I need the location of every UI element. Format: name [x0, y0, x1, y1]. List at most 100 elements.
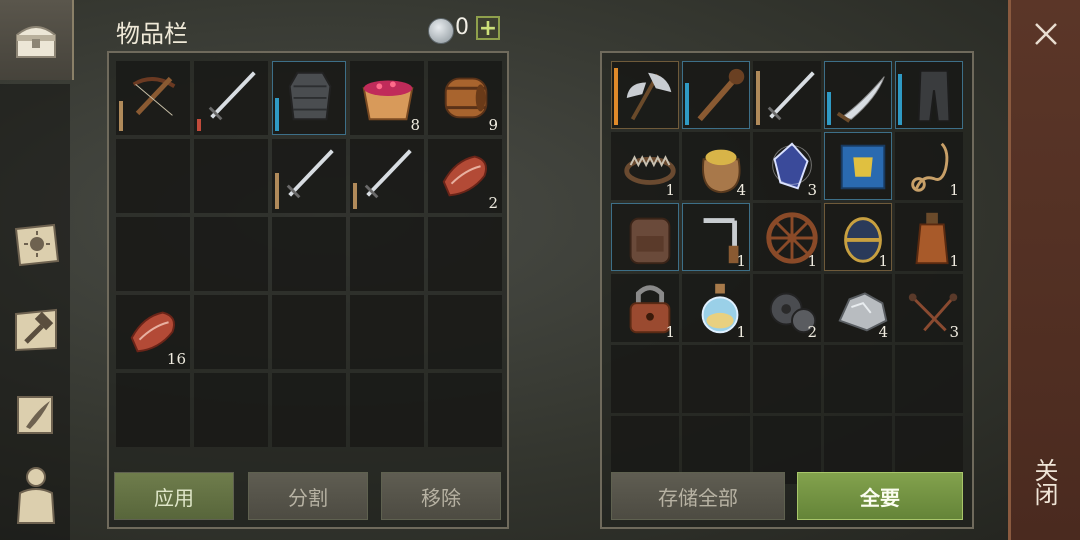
sword-icon	[286, 149, 334, 199]
inventory-slot[interactable]	[116, 139, 190, 213]
blue-book-icon	[840, 144, 886, 190]
inventory-slot[interactable]: 8	[350, 61, 424, 135]
stash-slot[interactable]	[611, 203, 679, 271]
inventory-slot[interactable]: 9	[428, 61, 502, 135]
tab-crafting[interactable]	[0, 290, 72, 370]
item-count: 9	[488, 116, 498, 134]
item-count: 8	[410, 116, 420, 134]
remove-button[interactable]: 移除	[381, 472, 501, 520]
stash-slot[interactable]: 2	[753, 274, 821, 342]
tab-character[interactable]	[0, 455, 72, 535]
add-coins-button[interactable]: +	[476, 16, 500, 40]
inventory-slot[interactable]: 2	[428, 139, 502, 213]
store-all-button[interactable]: 存储全部	[611, 472, 785, 520]
inventory-slot[interactable]	[194, 139, 268, 213]
stash-slot[interactable]: 1	[682, 203, 750, 271]
stash-slot[interactable]	[682, 345, 750, 413]
durability-bar	[898, 74, 902, 125]
backpack-icon	[629, 217, 671, 265]
tab-journal[interactable]	[0, 205, 72, 285]
armor-icon	[288, 71, 332, 121]
stash-slot[interactable]: 1	[824, 203, 892, 271]
coin-count: 0	[455, 15, 469, 40]
inventory-slot[interactable]	[272, 373, 346, 447]
stash-slot[interactable]	[895, 61, 963, 129]
inventory-slot[interactable]	[194, 295, 268, 369]
inventory-slot[interactable]	[116, 61, 190, 135]
apply-button[interactable]: 应用	[114, 472, 234, 520]
stash-slot[interactable]	[611, 61, 679, 129]
sun-book-icon	[14, 223, 60, 267]
stash-slot[interactable]	[824, 61, 892, 129]
stash-slot[interactable]: 3	[753, 132, 821, 200]
stash-slot[interactable]: 3	[895, 274, 963, 342]
inventory-slot[interactable]	[428, 295, 502, 369]
close-icon[interactable]	[1030, 18, 1062, 50]
item-count: 3	[949, 323, 959, 341]
take-all-button[interactable]: 全要	[797, 472, 963, 520]
item-count: 1	[949, 181, 959, 199]
inventory-slot[interactable]	[350, 295, 424, 369]
stash-slot[interactable]: 1	[611, 132, 679, 200]
item-count: 1	[807, 252, 817, 270]
sword-icon	[208, 71, 256, 121]
inventory-slot[interactable]	[194, 373, 268, 447]
durability-bar	[756, 71, 760, 125]
inventory-slot[interactable]	[272, 61, 346, 135]
item-count: 1	[949, 252, 959, 270]
close-label[interactable]: 关闭	[1026, 458, 1062, 506]
inventory-slot[interactable]	[428, 373, 502, 447]
inventory-slot[interactable]: 16	[116, 295, 190, 369]
chest-icon	[16, 26, 56, 58]
hammer-map-icon	[15, 308, 57, 352]
stash-slot[interactable]	[682, 61, 750, 129]
inventory-slot[interactable]	[272, 295, 346, 369]
inventory-slot[interactable]	[428, 217, 502, 291]
item-count: 1	[665, 181, 675, 199]
pants-icon	[917, 69, 951, 123]
club-icon	[697, 68, 745, 122]
stash-slot[interactable]: 1	[682, 274, 750, 342]
scroll-quill-icon	[17, 396, 53, 434]
inventory-slot[interactable]	[194, 217, 268, 291]
inventory-slot[interactable]	[272, 217, 346, 291]
item-count: 2	[807, 323, 817, 341]
inventory-slot[interactable]	[272, 139, 346, 213]
stash-slot[interactable]	[611, 345, 679, 413]
inventory-title: 物品栏	[116, 20, 188, 48]
durability-bar	[353, 183, 357, 209]
stash-slot[interactable]: 4	[682, 132, 750, 200]
durability-bar	[827, 92, 831, 125]
item-count: 4	[878, 323, 888, 341]
inventory-slot[interactable]	[194, 61, 268, 135]
durability-bar	[614, 68, 618, 125]
inventory-slot[interactable]	[350, 217, 424, 291]
item-count: 1	[665, 323, 675, 341]
stash-slot[interactable]	[753, 61, 821, 129]
inventory-slot[interactable]	[350, 139, 424, 213]
stash-slot[interactable]: 1	[895, 132, 963, 200]
split-button[interactable]: 分割	[248, 472, 368, 520]
item-count: 2	[488, 194, 498, 212]
tab-recipes[interactable]	[0, 375, 72, 455]
sword-icon	[364, 149, 412, 199]
stash-slot[interactable]: 1	[753, 203, 821, 271]
stash-slot[interactable]	[824, 132, 892, 200]
item-count: 4	[736, 181, 746, 199]
inventory-slot[interactable]	[350, 373, 424, 447]
durability-bar	[119, 101, 123, 131]
item-count: 16	[166, 350, 186, 368]
stash-slot[interactable]: 1	[895, 203, 963, 271]
inventory-slot[interactable]	[116, 217, 190, 291]
coin-icon	[428, 18, 454, 44]
item-count: 1	[736, 323, 746, 341]
stash-slot[interactable]	[753, 345, 821, 413]
stash-slot[interactable]: 1	[611, 274, 679, 342]
stash-slot[interactable]	[824, 345, 892, 413]
left-sidebar	[0, 0, 74, 540]
stash-slot[interactable]	[895, 345, 963, 413]
stash-slot[interactable]: 4	[824, 274, 892, 342]
inventory-slot[interactable]	[116, 373, 190, 447]
durability-bar	[275, 98, 279, 131]
tab-inventory-chest[interactable]	[0, 0, 74, 80]
